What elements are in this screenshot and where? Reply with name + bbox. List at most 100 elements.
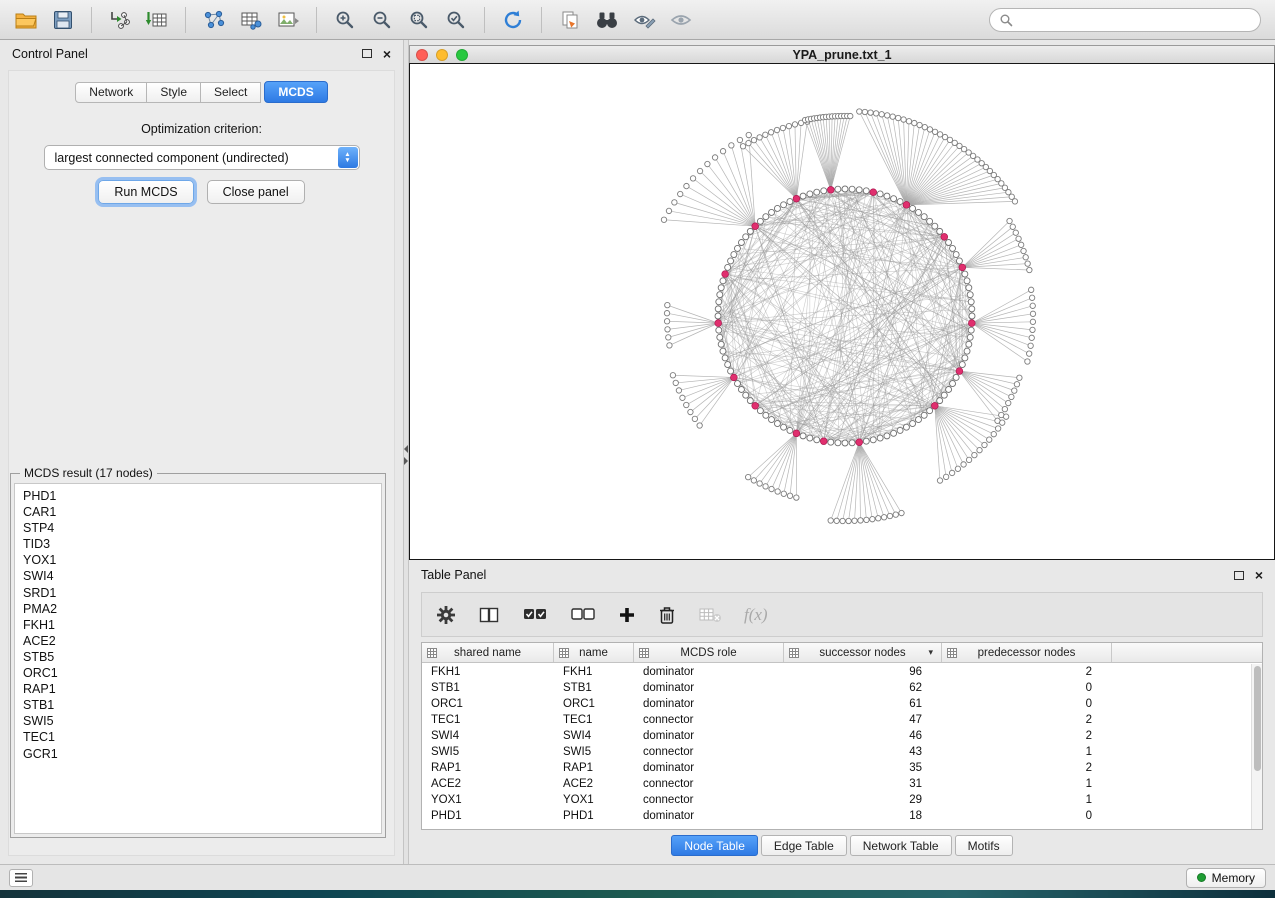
network-graph-svg[interactable] — [410, 64, 1274, 559]
desktop-wallpaper — [0, 890, 1275, 898]
memory-button[interactable]: Memory — [1186, 868, 1266, 888]
column-header-shared-name[interactable]: shared name — [422, 643, 554, 662]
clone-network-icon[interactable] — [554, 6, 586, 34]
mcds-result-item[interactable]: YOX1 — [23, 552, 373, 568]
table-row[interactable]: PHD1PHD1dominator180 — [422, 808, 1251, 824]
table-cell: RAP1 — [422, 762, 554, 774]
table-row[interactable]: RAP1RAP1dominator352 — [422, 760, 1251, 776]
tab-network[interactable]: Network — [75, 82, 147, 103]
tab-node-table[interactable]: Node Table — [671, 835, 758, 856]
save-session-icon[interactable] — [47, 6, 79, 34]
control-panel-title: Control Panel — [12, 47, 88, 61]
network-view-title: YPA_prune.txt_1 — [410, 48, 1274, 62]
network-canvas[interactable] — [409, 63, 1275, 560]
settings-gear-icon[interactable] — [436, 605, 456, 625]
collapse-panel-icon[interactable] — [404, 445, 408, 453]
search-box[interactable] — [989, 8, 1261, 32]
select-all-icon[interactable] — [522, 605, 548, 625]
deselect-all-icon[interactable] — [570, 605, 596, 625]
table-row[interactable]: STB1STB1dominator620 — [422, 680, 1251, 696]
column-header-label: shared name — [454, 647, 521, 659]
refresh-layout-icon[interactable] — [497, 6, 529, 34]
table-cell: RAP1 — [554, 762, 634, 774]
mcds-result-item[interactable]: GCR1 — [23, 746, 373, 762]
mcds-result-item[interactable]: STB1 — [23, 697, 373, 713]
table-cell: dominator — [634, 762, 784, 774]
scrollbar-thumb[interactable] — [1254, 666, 1261, 771]
mcds-result-item[interactable]: TEC1 — [23, 729, 373, 745]
export-image-icon[interactable] — [272, 6, 304, 34]
node-table-body: FKH1FKH1dominator962STB1STB1dominator620… — [422, 664, 1251, 829]
search-binoculars-icon[interactable] — [591, 6, 623, 34]
mcds-result-item[interactable]: STP4 — [23, 520, 373, 536]
mcds-result-item[interactable]: SRD1 — [23, 585, 373, 601]
mcds-result-item[interactable]: PMA2 — [23, 601, 373, 617]
mcds-result-item[interactable]: SWI5 — [23, 713, 373, 729]
float-table-panel-icon[interactable] — [1234, 571, 1244, 580]
mcds-result-item[interactable]: SWI4 — [23, 568, 373, 584]
maximize-window-button[interactable] — [456, 49, 468, 61]
close-table-panel-icon[interactable]: × — [1255, 570, 1263, 580]
column-header-successor-nodes[interactable]: successor nodes▾ — [784, 643, 942, 662]
sort-desc-icon: ▾ — [928, 647, 933, 658]
optimization-dropdown[interactable]: largest connected component (undirected)… — [44, 145, 360, 170]
network-view-window: YPA_prune.txt_1 — [409, 45, 1275, 560]
hide-annotations-icon[interactable] — [628, 6, 660, 34]
column-header-predecessor-nodes[interactable]: predecessor nodes — [942, 643, 1112, 662]
new-network-icon[interactable] — [198, 6, 230, 34]
table-cell: ORC1 — [554, 698, 634, 710]
mcds-result-item[interactable]: TID3 — [23, 536, 373, 552]
split-panel-icon[interactable] — [478, 605, 500, 625]
status-menu-button[interactable] — [9, 869, 33, 887]
expand-panel-icon[interactable] — [404, 457, 408, 465]
mcds-result-item[interactable]: ORC1 — [23, 665, 373, 681]
mcds-result-item[interactable]: PHD1 — [23, 488, 373, 504]
search-input[interactable] — [1019, 13, 1251, 27]
table-row[interactable]: ORC1ORC1dominator610 — [422, 696, 1251, 712]
close-window-button[interactable] — [416, 49, 428, 61]
function-builder-button[interactable]: f(x) — [744, 605, 768, 625]
table-row[interactable]: TEC1TEC1connector472 — [422, 712, 1251, 728]
import-network-from-file-icon[interactable] — [104, 6, 136, 34]
import-table-from-file-icon[interactable] — [141, 6, 173, 34]
tab-edge-table[interactable]: Edge Table — [761, 835, 847, 856]
tab-style[interactable]: Style — [147, 82, 201, 103]
mcds-result-item[interactable]: RAP1 — [23, 681, 373, 697]
column-header-MCDS-role[interactable]: MCDS role — [634, 643, 784, 662]
close-panel-icon[interactable]: × — [383, 49, 391, 59]
table-row[interactable]: ACE2ACE2connector311 — [422, 776, 1251, 792]
column-header-name[interactable]: name — [554, 643, 634, 662]
mcds-result-item[interactable]: STB5 — [23, 649, 373, 665]
application-window: Control Panel × NetworkStyleSelectMCDS O… — [0, 0, 1275, 898]
add-column-icon[interactable] — [618, 606, 636, 624]
zoom-in-icon[interactable] — [329, 6, 361, 34]
mcds-result-item[interactable]: CAR1 — [23, 504, 373, 520]
mcds-result-item[interactable]: ACE2 — [23, 633, 373, 649]
show-graphics-details-icon[interactable] — [665, 6, 697, 34]
table-row[interactable]: SWI4SWI4dominator462 — [422, 728, 1251, 744]
tab-motifs[interactable]: Motifs — [955, 835, 1013, 856]
close-panel-button[interactable]: Close panel — [207, 180, 305, 204]
tab-network-table[interactable]: Network Table — [850, 835, 952, 856]
table-cell: 35 — [784, 762, 942, 774]
network-titlebar[interactable]: YPA_prune.txt_1 — [409, 45, 1275, 63]
zoom-out-icon[interactable] — [366, 6, 398, 34]
table-row[interactable]: FKH1FKH1dominator962 — [422, 664, 1251, 680]
delete-column-icon[interactable] — [658, 605, 676, 625]
node-table: shared name nameMCDS rolesuccessor nodes▾… — [421, 642, 1263, 830]
open-folder-icon[interactable] — [10, 6, 42, 34]
table-cell: 2 — [942, 762, 1112, 774]
zoom-fit-icon[interactable] — [403, 6, 435, 34]
float-panel-icon[interactable] — [362, 49, 372, 58]
minimize-window-button[interactable] — [436, 49, 448, 61]
tab-select[interactable]: Select — [201, 82, 261, 103]
mcds-result-item[interactable]: FKH1 — [23, 617, 373, 633]
tab-mcds[interactable]: MCDS — [264, 81, 327, 103]
network-from-table-icon[interactable] — [235, 6, 267, 34]
zoom-selected-icon[interactable] — [440, 6, 472, 34]
table-row[interactable]: SWI5SWI5connector431 — [422, 744, 1251, 760]
table-cell: STB1 — [422, 682, 554, 694]
table-row[interactable]: YOX1YOX1connector291 — [422, 792, 1251, 808]
table-scrollbar[interactable] — [1251, 664, 1262, 829]
run-mcds-button[interactable]: Run MCDS — [98, 180, 193, 204]
